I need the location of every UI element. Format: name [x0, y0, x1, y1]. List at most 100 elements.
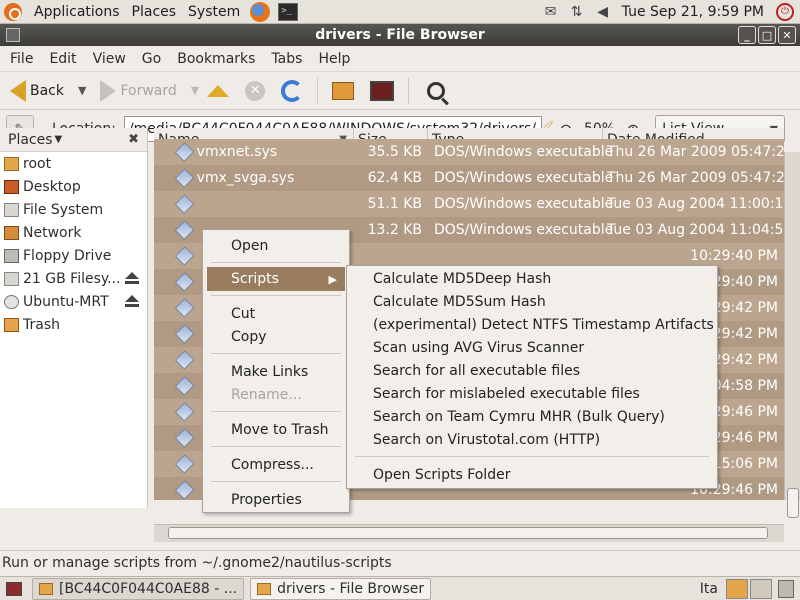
firefox-launcher-icon[interactable]	[250, 1, 271, 22]
script-ntfs-timestamp[interactable]: (experimental) Detect NTFS Timestamp Art…	[351, 313, 714, 336]
taskbar-item-terminal[interactable]: [BC44C0F044C0AE88 - ...	[32, 577, 245, 600]
keyboard-layout-indicator[interactable]: Ita	[700, 581, 718, 597]
taskbar-item-file-browser[interactable]: drivers - File Browser	[250, 577, 432, 600]
scripts-submenu: Calculate MD5Deep Hash Calculate MD5Sum …	[346, 265, 718, 489]
executable-file-icon	[174, 402, 195, 422]
power-icon[interactable]: ⏻	[776, 2, 794, 21]
minimize-button[interactable]: _	[738, 26, 756, 44]
menu-item-open[interactable]: Open	[207, 234, 345, 258]
cell-date: 10:29:40 PM	[690, 248, 779, 264]
forward-button[interactable]: Forward	[96, 75, 180, 107]
executable-file-icon	[174, 168, 194, 188]
horizontal-scroll-thumb[interactable]	[168, 527, 768, 539]
workspace-1[interactable]	[726, 578, 748, 599]
horizontal-scrollbar[interactable]	[154, 524, 784, 542]
script-virustotal[interactable]: Search on Virustotal.com (HTTP)	[351, 428, 713, 451]
forward-history-dropdown[interactable]: ▼	[191, 84, 199, 97]
executable-file-icon	[174, 298, 195, 318]
taskbar-item-label: drivers - File Browser	[277, 580, 425, 597]
sidebar-item-label: Desktop	[23, 178, 81, 195]
stop-icon[interactable]: ✕	[245, 80, 266, 101]
trash-icon[interactable]	[778, 579, 794, 598]
menu-item-cut[interactable]: Cut	[207, 302, 345, 326]
script-search-mislabeled[interactable]: Search for mislabeled executable files	[351, 382, 713, 405]
network-icon	[4, 225, 19, 240]
places-menu[interactable]: Places	[126, 0, 183, 24]
menu-item-compress[interactable]: Compress...	[207, 453, 345, 477]
sidebar-item-file-system[interactable]: File System	[0, 198, 147, 221]
terminal-launcher-icon[interactable]: >_	[278, 2, 299, 21]
cell-type: DOS/Windows executable	[434, 170, 614, 186]
table-row[interactable]: vmx_svga.sys 62.4 KB DOS/Windows executabl…	[154, 165, 784, 191]
script-avg-scan[interactable]: Scan using AVG Virus Scanner	[351, 336, 713, 359]
menu-item-make-links[interactable]: Make Links	[207, 360, 345, 384]
menu-item-move-to-trash[interactable]: Move to Trash	[207, 418, 345, 442]
search-icon[interactable]	[427, 81, 446, 100]
toolbar-separator	[317, 77, 319, 104]
vertical-scroll-thumb[interactable]	[787, 488, 799, 518]
sidebar-item-network[interactable]: Network	[0, 221, 147, 244]
menu-bookmarks[interactable]: Bookmarks	[169, 51, 263, 67]
eject-icon[interactable]	[125, 272, 139, 284]
sidebar-item-label: Trash	[23, 316, 60, 333]
sidebar-item-root[interactable]: root	[0, 152, 147, 175]
chevron-down-icon[interactable]: ▼	[55, 134, 63, 145]
table-row[interactable]: 51.1 KB DOS/Windows executable Tue 03 Aug …	[154, 191, 784, 217]
show-desktop-icon[interactable]	[6, 581, 22, 596]
menu-item-properties[interactable]: Properties	[207, 488, 345, 512]
vertical-scrollbar[interactable]	[784, 152, 800, 518]
menu-item-copy[interactable]: Copy	[207, 325, 345, 349]
menu-help[interactable]: Help	[310, 51, 358, 67]
home-folder-icon[interactable]	[332, 81, 355, 100]
executable-file-icon	[174, 324, 195, 344]
executable-file-icon	[174, 142, 194, 162]
cell-size: 51.1 KB	[367, 196, 422, 212]
menu-item-rename[interactable]: Rename...	[207, 383, 345, 407]
script-team-cymru[interactable]: Search on Team Cymru MHR (Bulk Query)	[351, 405, 713, 428]
window-menu-icon[interactable]	[6, 28, 20, 42]
sidebar-item-label: 21 GB Filesy...	[23, 270, 121, 287]
menu-edit[interactable]: Edit	[41, 51, 84, 67]
sidebar-item-trash[interactable]: Trash	[0, 313, 147, 336]
menu-item-scripts[interactable]: Scripts ▶	[207, 267, 345, 291]
workspace-2[interactable]	[750, 578, 772, 599]
cell-type: DOS/Windows executable	[434, 196, 614, 212]
script-md5deep[interactable]: Calculate MD5Deep Hash	[351, 267, 713, 290]
bottom-panel: [BC44C0F044C0AE88 - ... drivers - File B…	[0, 576, 800, 600]
menu-go[interactable]: Go	[134, 51, 169, 67]
computer-icon[interactable]	[370, 80, 395, 101]
table-row[interactable]: vmxnet.sys 35.5 KB DOS/Windows executable T…	[154, 139, 784, 165]
open-scripts-folder[interactable]: Open Scripts Folder	[351, 463, 713, 486]
sidebar-item-21gb-filesystem[interactable]: 21 GB Filesy...	[0, 267, 147, 290]
sidebar-item-floppy[interactable]: Floppy Drive	[0, 244, 147, 267]
script-md5sum[interactable]: Calculate MD5Sum Hash	[351, 290, 713, 313]
cell-size: 35.5 KB	[367, 144, 422, 160]
network-status-icon[interactable]: ⇅	[567, 2, 587, 22]
reload-icon[interactable]	[281, 79, 304, 102]
cell-name: vmxnet.sys	[196, 144, 278, 160]
clock[interactable]: Tue Sep 21, 9:59 PM	[616, 0, 770, 24]
menu-view[interactable]: View	[85, 51, 134, 67]
menu-tabs[interactable]: Tabs	[263, 51, 310, 67]
up-folder-icon[interactable]	[207, 84, 230, 97]
cell-date: Thu 26 Mar 2009 05:47:24 AM	[607, 170, 784, 186]
back-history-dropdown[interactable]: ▼	[78, 84, 86, 97]
top-panel: Applications Places System >_ ✉ ⇅ ◀ Tue …	[0, 0, 800, 24]
menu-file[interactable]: File	[2, 51, 41, 67]
sidebar-item-ubuntu-mrt[interactable]: Ubuntu-MRT	[0, 290, 147, 313]
mail-indicator-icon[interactable]: ✉	[541, 2, 561, 22]
ubuntu-logo-icon[interactable]	[4, 2, 22, 21]
maximize-button[interactable]: □	[758, 26, 776, 44]
applications-menu[interactable]: Applications	[28, 0, 126, 24]
back-button[interactable]: Back	[6, 75, 68, 107]
eject-icon[interactable]	[125, 295, 139, 307]
volume-icon[interactable]: ◀	[593, 2, 613, 22]
cell-name: vmx_svga.sys	[196, 170, 295, 186]
window-titlebar[interactable]: drivers - File Browser _ □ ✕	[0, 24, 800, 46]
sidepane-title[interactable]: Places	[8, 132, 53, 148]
system-menu[interactable]: System	[182, 0, 246, 24]
close-button[interactable]: ✕	[778, 26, 796, 44]
close-sidepane-icon[interactable]: ✖	[128, 132, 139, 147]
script-search-executables[interactable]: Search for all executable files	[351, 359, 713, 382]
sidebar-item-desktop[interactable]: Desktop	[0, 175, 147, 198]
